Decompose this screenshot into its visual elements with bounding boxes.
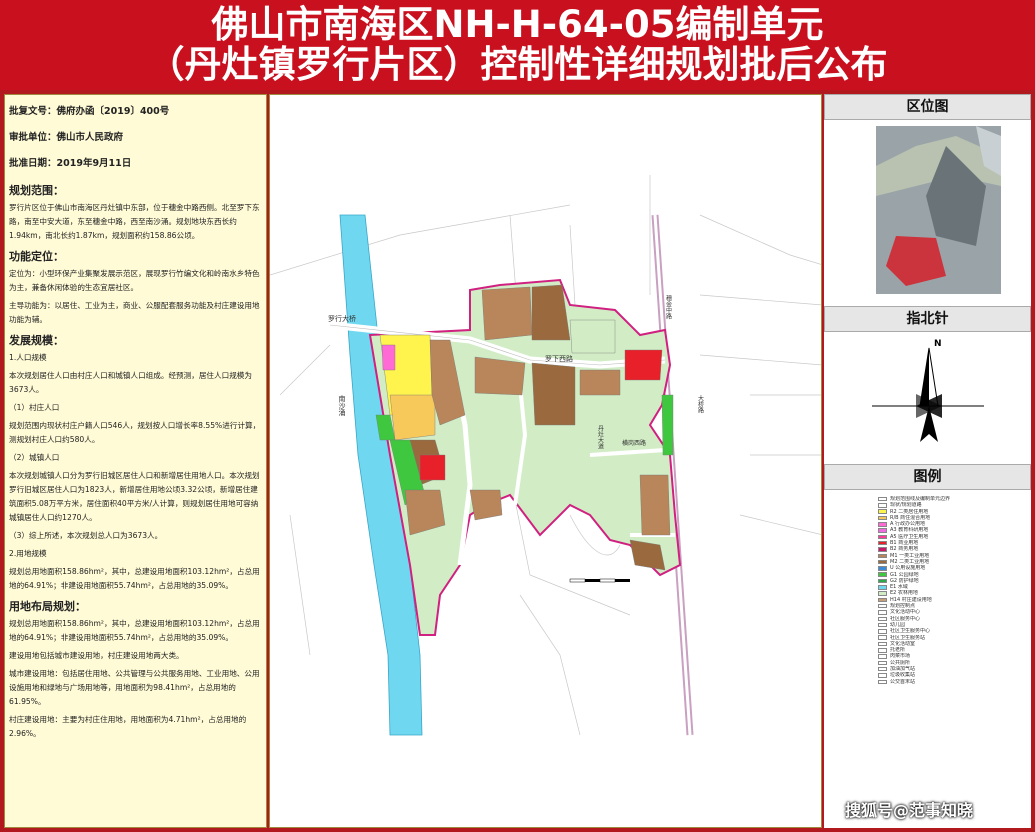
text-panel: 批复文号：佛府办函〔2019〕400号 审批单位：佛山市人民政府 批准日期：20…	[4, 94, 267, 828]
location-map-title: 区位图	[824, 94, 1031, 120]
zone-m-center-2	[579, 369, 621, 396]
legend-swatch	[878, 679, 887, 684]
legend-swatch	[878, 534, 887, 540]
dev-text: 规划范围内现状村庄户籍人口546人，规划按人口增长率8.55%进行计算，测规划村…	[9, 421, 261, 444]
zone-a-west	[381, 344, 396, 371]
legend-swatch	[878, 660, 887, 666]
map-label-suijin: 穗金中路	[665, 294, 672, 320]
dev-text: 2.用地规模	[9, 549, 47, 558]
zone-e2-north	[569, 319, 616, 354]
scope-heading: 规划范围：	[9, 184, 64, 197]
legend-swatch	[878, 603, 887, 609]
watermark: 搜狐号@范事知晓	[845, 801, 974, 820]
zone-m2-center	[531, 362, 576, 426]
zone-m-east-1	[639, 474, 671, 536]
dev-heading: 发展规模：	[9, 334, 64, 347]
dev-text: 本次规划城镇人口分为罗行旧城区居住人口和新增居住用地人口。本次规划罗行旧城区居住…	[9, 471, 260, 522]
layout-text: 规划总用地面积158.86hm²，其中，总建设用地面积103.12hm²，占总用…	[9, 619, 260, 642]
zone-rb-west	[389, 394, 436, 441]
map-label-river: 南沙涌	[338, 394, 346, 416]
map-label-bridge: 罗行大桥	[328, 314, 356, 323]
map-label-luoxia: 罗下西路	[545, 354, 573, 363]
land-use-map-svg: 罗行大桥 罗下西路 横岗西路 南沙涌 穗金中路 大桥路 丹灶大道	[270, 175, 821, 736]
side-panel: 区位图 指北针 N 图例 规划范围线及编制单元边界 现状/规划道路 R2 二类居住用…	[824, 94, 1031, 828]
dev-text: （3）综上所述，本次规划总人口为3673人。	[9, 531, 163, 540]
zone-m-center-1	[474, 356, 526, 396]
legend-list: 规划范围线及编制单元边界 现状/规划道路 R2 二类居住用地 R/B 商住混合用地 A …	[878, 496, 1028, 685]
title-banner: 佛山市南海区NH-H-64-05编制单元 （丹灶镇罗行片区）控制性详细规划批后公…	[0, 0, 1035, 90]
legend-swatch	[878, 610, 887, 615]
approval-doc-no: 批复文号：佛府办函〔2019〕400号	[9, 106, 170, 117]
zone-b1-east	[624, 349, 663, 381]
function-heading: 功能定位：	[9, 250, 64, 263]
north-arrow: N	[824, 334, 1031, 454]
map-label-daqiao: 大桥路	[697, 394, 704, 414]
zone-m-north-1	[481, 286, 533, 341]
legend-title: 图例	[824, 464, 1031, 490]
function-text-2: 主导功能为：以居住、工业为主，商业、公服配套服务功能及村庄建设用地功能为辅。	[9, 301, 260, 324]
map-label-dandao: 丹灶大道	[597, 425, 604, 450]
approval-unit: 审批单位：佛山市人民政府	[9, 132, 124, 143]
dev-text: 本次规划居住人口由村庄人口和城镇人口组成。经预测，居住人口规模为3673人。	[9, 371, 252, 394]
north-label: N	[934, 339, 942, 349]
dev-text: 1.人口规模	[9, 353, 47, 362]
legend-swatch	[878, 585, 887, 590]
north-arrow-title: 指北针	[824, 306, 1031, 332]
legend-swatch	[878, 509, 887, 514]
legend-swatch	[878, 591, 887, 596]
legend-swatch	[878, 673, 887, 678]
legend-swatch	[878, 641, 887, 647]
legend-swatch	[878, 629, 887, 634]
legend-swatch	[878, 522, 887, 527]
legend-swatch	[878, 635, 887, 640]
scale-bar	[569, 578, 630, 583]
layout-text: 村庄建设用地：主要为村庄住用地，用地面积为4.71hm²，占总用地的2.96%。	[9, 715, 247, 738]
legend-swatch	[878, 566, 887, 571]
legend-swatch	[878, 648, 887, 653]
zone-b1-west	[419, 454, 446, 481]
layout-text: 城市建设用地：包括居住用地、公共管理与公共服务用地、工业用地、公用设施用地和绿地…	[9, 669, 260, 706]
legend-swatch	[878, 572, 887, 577]
legend-swatch	[878, 597, 887, 603]
scope-text: 罗行片区位于佛山市南海区丹灶镇中东部，位于穗金中路西侧。北至罗下东路，南至中安大…	[9, 203, 260, 240]
layout-text: 建设用地包括城市建设用地，村庄建设用地两大类。	[9, 651, 184, 660]
dev-text: （2）城镇人口	[9, 453, 60, 462]
legend-swatch	[878, 654, 887, 659]
layout-heading: 用地布局规划：	[9, 600, 86, 613]
legend-swatch	[878, 616, 887, 622]
legend-swatch	[878, 578, 887, 584]
legend-swatch	[878, 547, 887, 552]
approval-date: 批准日期：2019年9月11日	[9, 158, 132, 169]
legend-swatch	[878, 528, 887, 533]
map-label-hengang: 横岗西路	[622, 439, 646, 447]
function-text-1: 定位为：小型环保产业集聚发展示范区，展现罗行竹编文化和岭南水乡特色为主，兼备休闲…	[9, 269, 260, 292]
legend-swatch	[878, 515, 887, 521]
legend-swatch	[878, 666, 887, 672]
location-map	[876, 126, 1001, 294]
legend-label: 公交首末站	[890, 678, 916, 685]
zone-green-east	[661, 394, 674, 456]
legend-swatch	[878, 503, 887, 508]
title-line-1: 佛山市南海区NH-H-64-05编制单元	[211, 3, 824, 46]
legend-swatch	[878, 540, 887, 546]
dev-text: （1）村庄人口	[9, 403, 60, 412]
dev-text: 规划总用地面积158.86hm²，其中，总建设用地面积103.12hm²，占总用…	[9, 567, 260, 590]
legend-swatch	[878, 553, 887, 559]
land-use-map[interactable]: 罗行大桥 罗下西路 横岗西路 南沙涌 穗金中路 大桥路 丹灶大道	[269, 94, 822, 828]
legend-swatch	[878, 496, 887, 502]
zone-m-south	[469, 489, 503, 521]
legend-swatch	[878, 559, 887, 565]
title-line-2: （丹灶镇罗行片区）控制性详细规划批后公布	[147, 43, 888, 86]
legend-swatch	[878, 622, 887, 628]
approval-info: 批复文号：佛府办函〔2019〕400号 审批单位：佛山市人民政府 批准日期：20…	[5, 95, 266, 177]
legend-item: 公交首末站	[878, 679, 1028, 685]
